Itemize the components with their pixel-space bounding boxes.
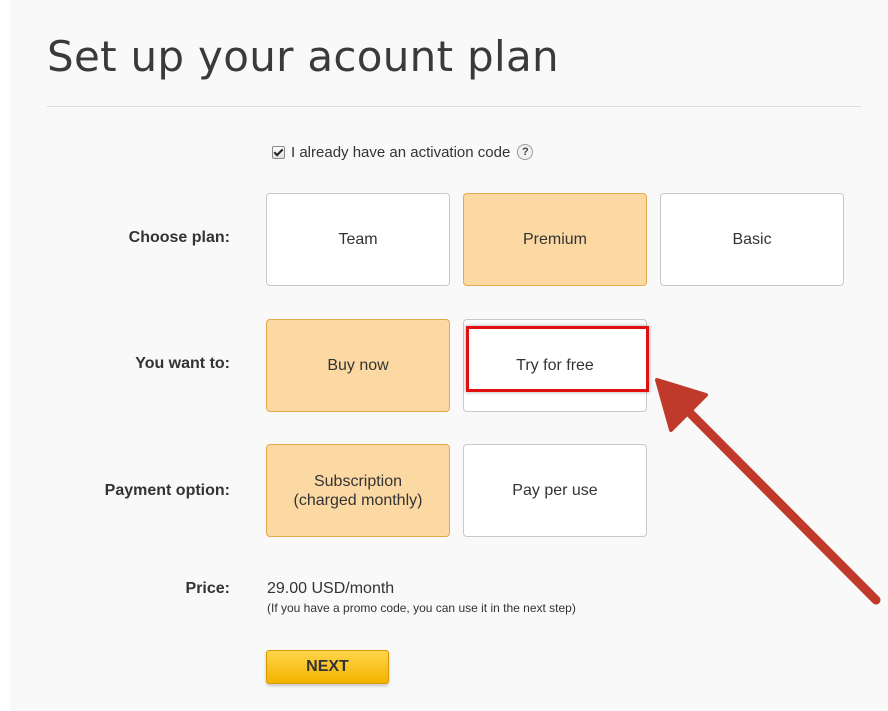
choose-plan-label: Choose plan: [128, 229, 230, 246]
subscription-title: Subscription [313, 472, 403, 490]
activation-code-checkbox[interactable] [272, 145, 285, 159]
next-button[interactable]: NEXT [266, 650, 389, 684]
promo-code-note: (If you have a promo code, you can use i… [267, 601, 576, 615]
plan-premium-option[interactable]: Premium [463, 193, 647, 286]
activation-code-label[interactable]: I already have an activation code [291, 144, 510, 161]
price-value: 29.00 USD/month [267, 580, 395, 597]
pay-per-use-option[interactable]: Pay per use [463, 444, 647, 537]
you-want-to-label: You want to: [135, 355, 230, 372]
highlight-box-annotation [466, 326, 649, 392]
plan-premium-label: Premium [522, 231, 587, 248]
subscription-option[interactable]: Subscription (charged monthly) [266, 444, 450, 537]
plan-team-label: Team [338, 231, 378, 248]
help-icon[interactable]: ? [517, 144, 534, 160]
subscription-option-text: Subscription (charged monthly) [294, 472, 423, 510]
plan-basic-label: Basic [732, 231, 772, 248]
payment-option-label: Payment option: [104, 482, 230, 499]
activation-code-option[interactable]: I already have an activation code ? [272, 142, 534, 162]
price-label: Price: [185, 580, 230, 597]
title-divider [47, 106, 861, 107]
plan-basic-option[interactable]: Basic [660, 193, 844, 286]
plan-team-option[interactable]: Team [266, 193, 450, 286]
pay-per-use-label: Pay per use [512, 482, 598, 499]
buy-now-label: Buy now [327, 357, 389, 374]
page-title: Set up your acount plan [47, 32, 559, 81]
subscription-subtitle: (charged monthly) [293, 491, 423, 509]
buy-now-option[interactable]: Buy now [266, 319, 450, 412]
